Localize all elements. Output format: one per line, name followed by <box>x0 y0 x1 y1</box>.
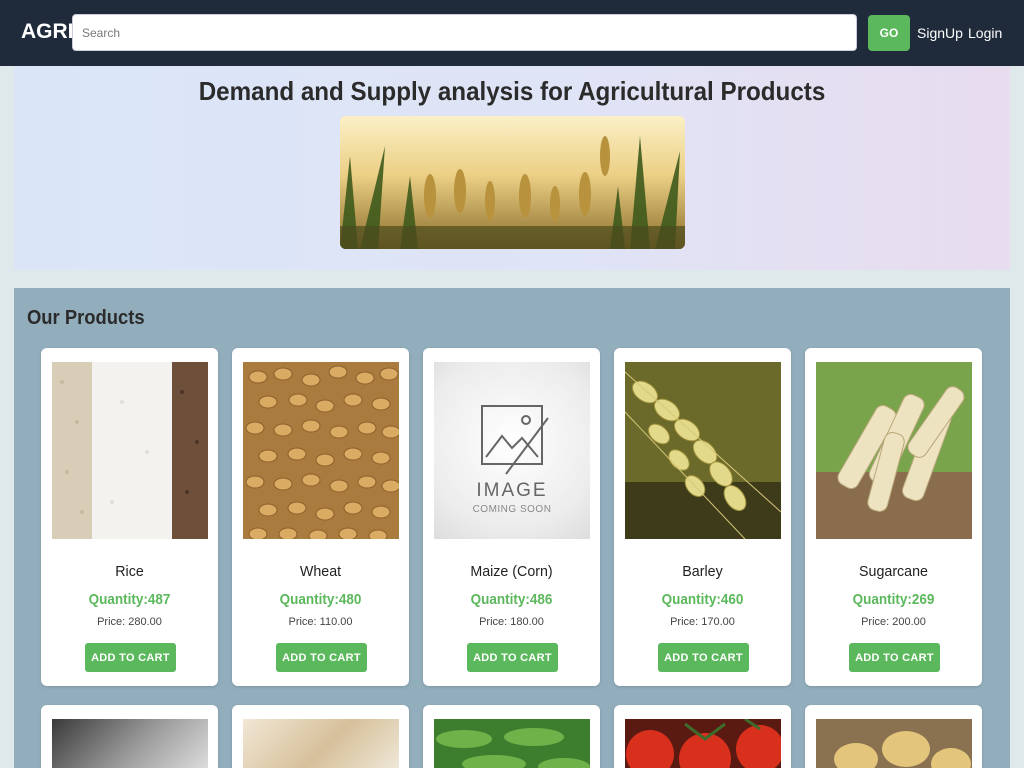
hero-banner: Demand and Supply analysis for Agricultu… <box>14 66 1010 270</box>
search-input[interactable] <box>72 14 857 51</box>
product-card[interactable] <box>805 705 982 768</box>
product-card-sugarcane[interactable]: Sugarcane Quantity:269 Price: 200.00 ADD… <box>805 348 982 686</box>
product-price: Price: 280.00 <box>97 616 162 628</box>
wheat-field-image <box>340 116 685 249</box>
go-button[interactable]: GO <box>868 15 910 51</box>
wheat-grains-icon <box>243 362 399 539</box>
product-quantity: Quantity:460 <box>661 591 744 608</box>
product-quantity: Quantity:480 <box>279 591 362 608</box>
sugarcane-image <box>816 362 972 539</box>
product-price: Price: 170.00 <box>670 616 735 628</box>
placeholder-text-main: IMAGE <box>476 480 548 501</box>
tomatoes-icon <box>625 719 781 768</box>
product-card-barley[interactable]: Barley Quantity:460 Price: 170.00 ADD TO… <box>614 348 791 686</box>
add-to-cart-button[interactable]: ADD TO CART <box>276 643 367 672</box>
product-name: Rice <box>115 563 144 580</box>
product-card[interactable] <box>232 705 409 768</box>
green-beans-image <box>434 719 590 768</box>
wheat-field-icon <box>340 116 685 249</box>
wheat-image <box>243 362 399 539</box>
add-to-cart-button[interactable]: ADD TO CART <box>85 643 176 672</box>
product-price: Price: 180.00 <box>479 616 544 628</box>
placeholder-text-sub: COMING SOON <box>472 504 552 515</box>
product-name: Sugarcane <box>859 563 928 580</box>
green-beans-icon <box>434 719 590 768</box>
product-quantity: Quantity:269 <box>852 591 935 608</box>
product-card[interactable] <box>614 705 791 768</box>
product-card-wheat[interactable]: Wheat Quantity:480 Price: 110.00 ADD TO … <box>232 348 409 686</box>
product-price: Price: 110.00 <box>288 616 353 628</box>
barley-image <box>625 362 781 539</box>
product-card[interactable] <box>41 705 218 768</box>
potatoes-image <box>816 719 972 768</box>
product-quantity: Quantity:487 <box>88 591 171 608</box>
add-to-cart-button[interactable]: ADD TO CART <box>658 643 749 672</box>
product-name: Maize (Corn) <box>470 563 553 580</box>
signup-link[interactable]: SignUp <box>917 25 963 41</box>
products-section: Our Products Rice Quantity:487 Price: 28… <box>14 288 1010 768</box>
product-card-maize[interactable]: IMAGE COMING SOON Maize (Corn) Quantity:… <box>423 348 600 686</box>
sugarcane-stalks-icon <box>816 362 972 539</box>
login-link[interactable]: Login <box>968 25 1002 41</box>
section-title: Our Products <box>27 307 145 329</box>
rice-image <box>52 362 208 539</box>
barley-ears-icon <box>625 362 781 539</box>
product-quantity: Quantity:486 <box>470 591 553 608</box>
rice-grains-icon <box>52 362 208 539</box>
potatoes-icon <box>816 719 972 768</box>
cotton-image <box>52 719 208 768</box>
sack-image <box>243 719 399 768</box>
product-name: Barley <box>682 563 723 580</box>
product-card[interactable] <box>423 705 600 768</box>
page-title: Demand and Supply analysis for Agricultu… <box>198 76 826 106</box>
product-card-rice[interactable]: Rice Quantity:487 Price: 280.00 ADD TO C… <box>41 348 218 686</box>
product-name: Wheat <box>299 563 342 580</box>
tomatoes-image <box>625 719 781 768</box>
maize-image: IMAGE COMING SOON <box>434 362 590 539</box>
brand-logo[interactable]: AGRI <box>21 20 74 44</box>
product-price: Price: 200.00 <box>861 616 926 628</box>
add-to-cart-button[interactable]: ADD TO CART <box>849 643 940 672</box>
add-to-cart-button[interactable]: ADD TO CART <box>467 643 558 672</box>
navbar: AGRI GO SignUp Login <box>0 0 1024 66</box>
